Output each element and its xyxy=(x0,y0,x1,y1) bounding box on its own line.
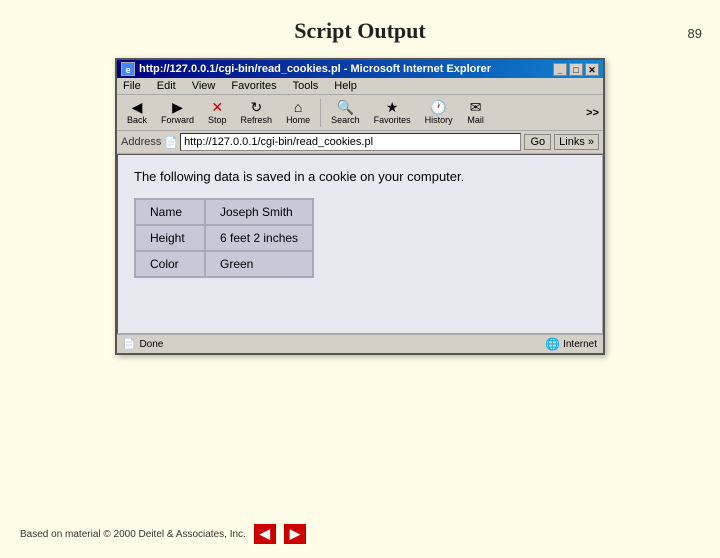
address-input-wrapper: 📄 xyxy=(164,133,521,151)
browser-window: e http://127.0.0.1/cgi-bin/read_cookies.… xyxy=(115,58,605,355)
address-input[interactable] xyxy=(180,133,521,151)
favorites-button[interactable]: ★ Favorites xyxy=(368,97,417,128)
menu-tools[interactable]: Tools xyxy=(291,79,321,93)
search-button[interactable]: 🔍 Search xyxy=(325,97,366,128)
address-bar: Address 📄 Go Links » xyxy=(117,131,603,154)
title-controls: _ □ ✕ xyxy=(553,63,599,76)
back-button[interactable]: ◀ Back xyxy=(121,97,153,128)
status-text: Done xyxy=(139,339,163,350)
history-button[interactable]: 🕐 History xyxy=(419,97,459,128)
go-button[interactable]: Go xyxy=(524,134,551,150)
stop-icon: ✕ xyxy=(211,100,223,114)
mail-icon: ✉ xyxy=(470,100,482,114)
table-value-height: 6 feet 2 inches xyxy=(205,225,313,251)
forward-button[interactable]: ▶ Forward xyxy=(155,97,200,128)
back-icon: ◀ xyxy=(132,100,143,114)
menu-help[interactable]: Help xyxy=(332,79,359,93)
content-area: The following data is saved in a cookie … xyxy=(117,154,603,334)
forward-icon: ▶ xyxy=(172,100,183,114)
maximize-button[interactable]: □ xyxy=(569,63,583,76)
history-icon: 🕐 xyxy=(430,100,447,114)
menu-favorites[interactable]: Favorites xyxy=(229,79,278,93)
status-left: 📄 Done xyxy=(123,339,163,350)
back-label: Back xyxy=(127,115,147,125)
title-bar-text: e http://127.0.0.1/cgi-bin/read_cookies.… xyxy=(121,62,491,76)
ie-icon: e xyxy=(121,62,135,76)
intro-text: The following data is saved in a cookie … xyxy=(134,169,586,184)
next-button[interactable]: ▶ xyxy=(284,524,306,544)
slide-title: Script Output xyxy=(0,18,720,44)
refresh-label: Refresh xyxy=(241,115,273,125)
page-number: 89 xyxy=(688,26,702,41)
table-row: Name Joseph Smith xyxy=(135,199,313,225)
menu-view[interactable]: View xyxy=(190,79,218,93)
home-icon: ⌂ xyxy=(294,100,302,114)
favorites-icon: ★ xyxy=(386,100,399,114)
mail-button[interactable]: ✉ Mail xyxy=(461,97,491,128)
toolbar-more[interactable]: >> xyxy=(586,107,599,119)
footer: Based on material © 2000 Deitel & Associ… xyxy=(20,524,306,544)
home-button[interactable]: ⌂ Home xyxy=(280,97,316,128)
table-key-height: Height xyxy=(135,225,205,251)
address-page-icon: 📄 xyxy=(164,136,178,149)
status-page-icon: 📄 xyxy=(123,339,135,350)
search-label: Search xyxy=(331,115,360,125)
toolbar: ◀ Back ▶ Forward ✕ Stop ↻ Refresh ⌂ Home… xyxy=(117,95,603,131)
prev-button[interactable]: ◀ xyxy=(254,524,276,544)
search-icon: 🔍 xyxy=(337,100,354,114)
stop-button[interactable]: ✕ Stop xyxy=(202,97,233,128)
table-value-name: Joseph Smith xyxy=(205,199,313,225)
status-internet-icon: 🌐 xyxy=(545,337,560,351)
stop-label: Stop xyxy=(208,115,227,125)
status-zone-text: Internet xyxy=(563,339,597,350)
refresh-icon: ↻ xyxy=(250,100,262,114)
table-key-color: Color xyxy=(135,251,205,277)
cookie-table: Name Joseph Smith Height 6 feet 2 inches… xyxy=(134,198,314,278)
status-bar: 📄 Done 🌐 Internet xyxy=(117,334,603,353)
table-row: Height 6 feet 2 inches xyxy=(135,225,313,251)
forward-label: Forward xyxy=(161,115,194,125)
table-key-name: Name xyxy=(135,199,205,225)
favorites-label: Favorites xyxy=(374,115,411,125)
minimize-button[interactable]: _ xyxy=(553,63,567,76)
menu-file[interactable]: File xyxy=(121,79,143,93)
content-wrapper: The following data is saved in a cookie … xyxy=(117,154,603,334)
menu-bar: File Edit View Favorites Tools Help xyxy=(117,78,603,95)
title-bar: e http://127.0.0.1/cgi-bin/read_cookies.… xyxy=(117,60,603,78)
address-label: Address xyxy=(121,136,161,148)
links-button[interactable]: Links » xyxy=(554,134,599,150)
status-right: 🌐 Internet xyxy=(545,337,597,351)
refresh-button[interactable]: ↻ Refresh xyxy=(235,97,279,128)
mail-label: Mail xyxy=(467,115,484,125)
toolbar-separator xyxy=(320,99,321,127)
copyright-text: Based on material © 2000 Deitel & Associ… xyxy=(20,529,246,540)
browser-title: http://127.0.0.1/cgi-bin/read_cookies.pl… xyxy=(139,63,491,75)
close-button[interactable]: ✕ xyxy=(585,63,599,76)
menu-edit[interactable]: Edit xyxy=(155,79,178,93)
history-label: History xyxy=(425,115,453,125)
table-value-color: Green xyxy=(205,251,313,277)
table-row: Color Green xyxy=(135,251,313,277)
home-label: Home xyxy=(286,115,310,125)
